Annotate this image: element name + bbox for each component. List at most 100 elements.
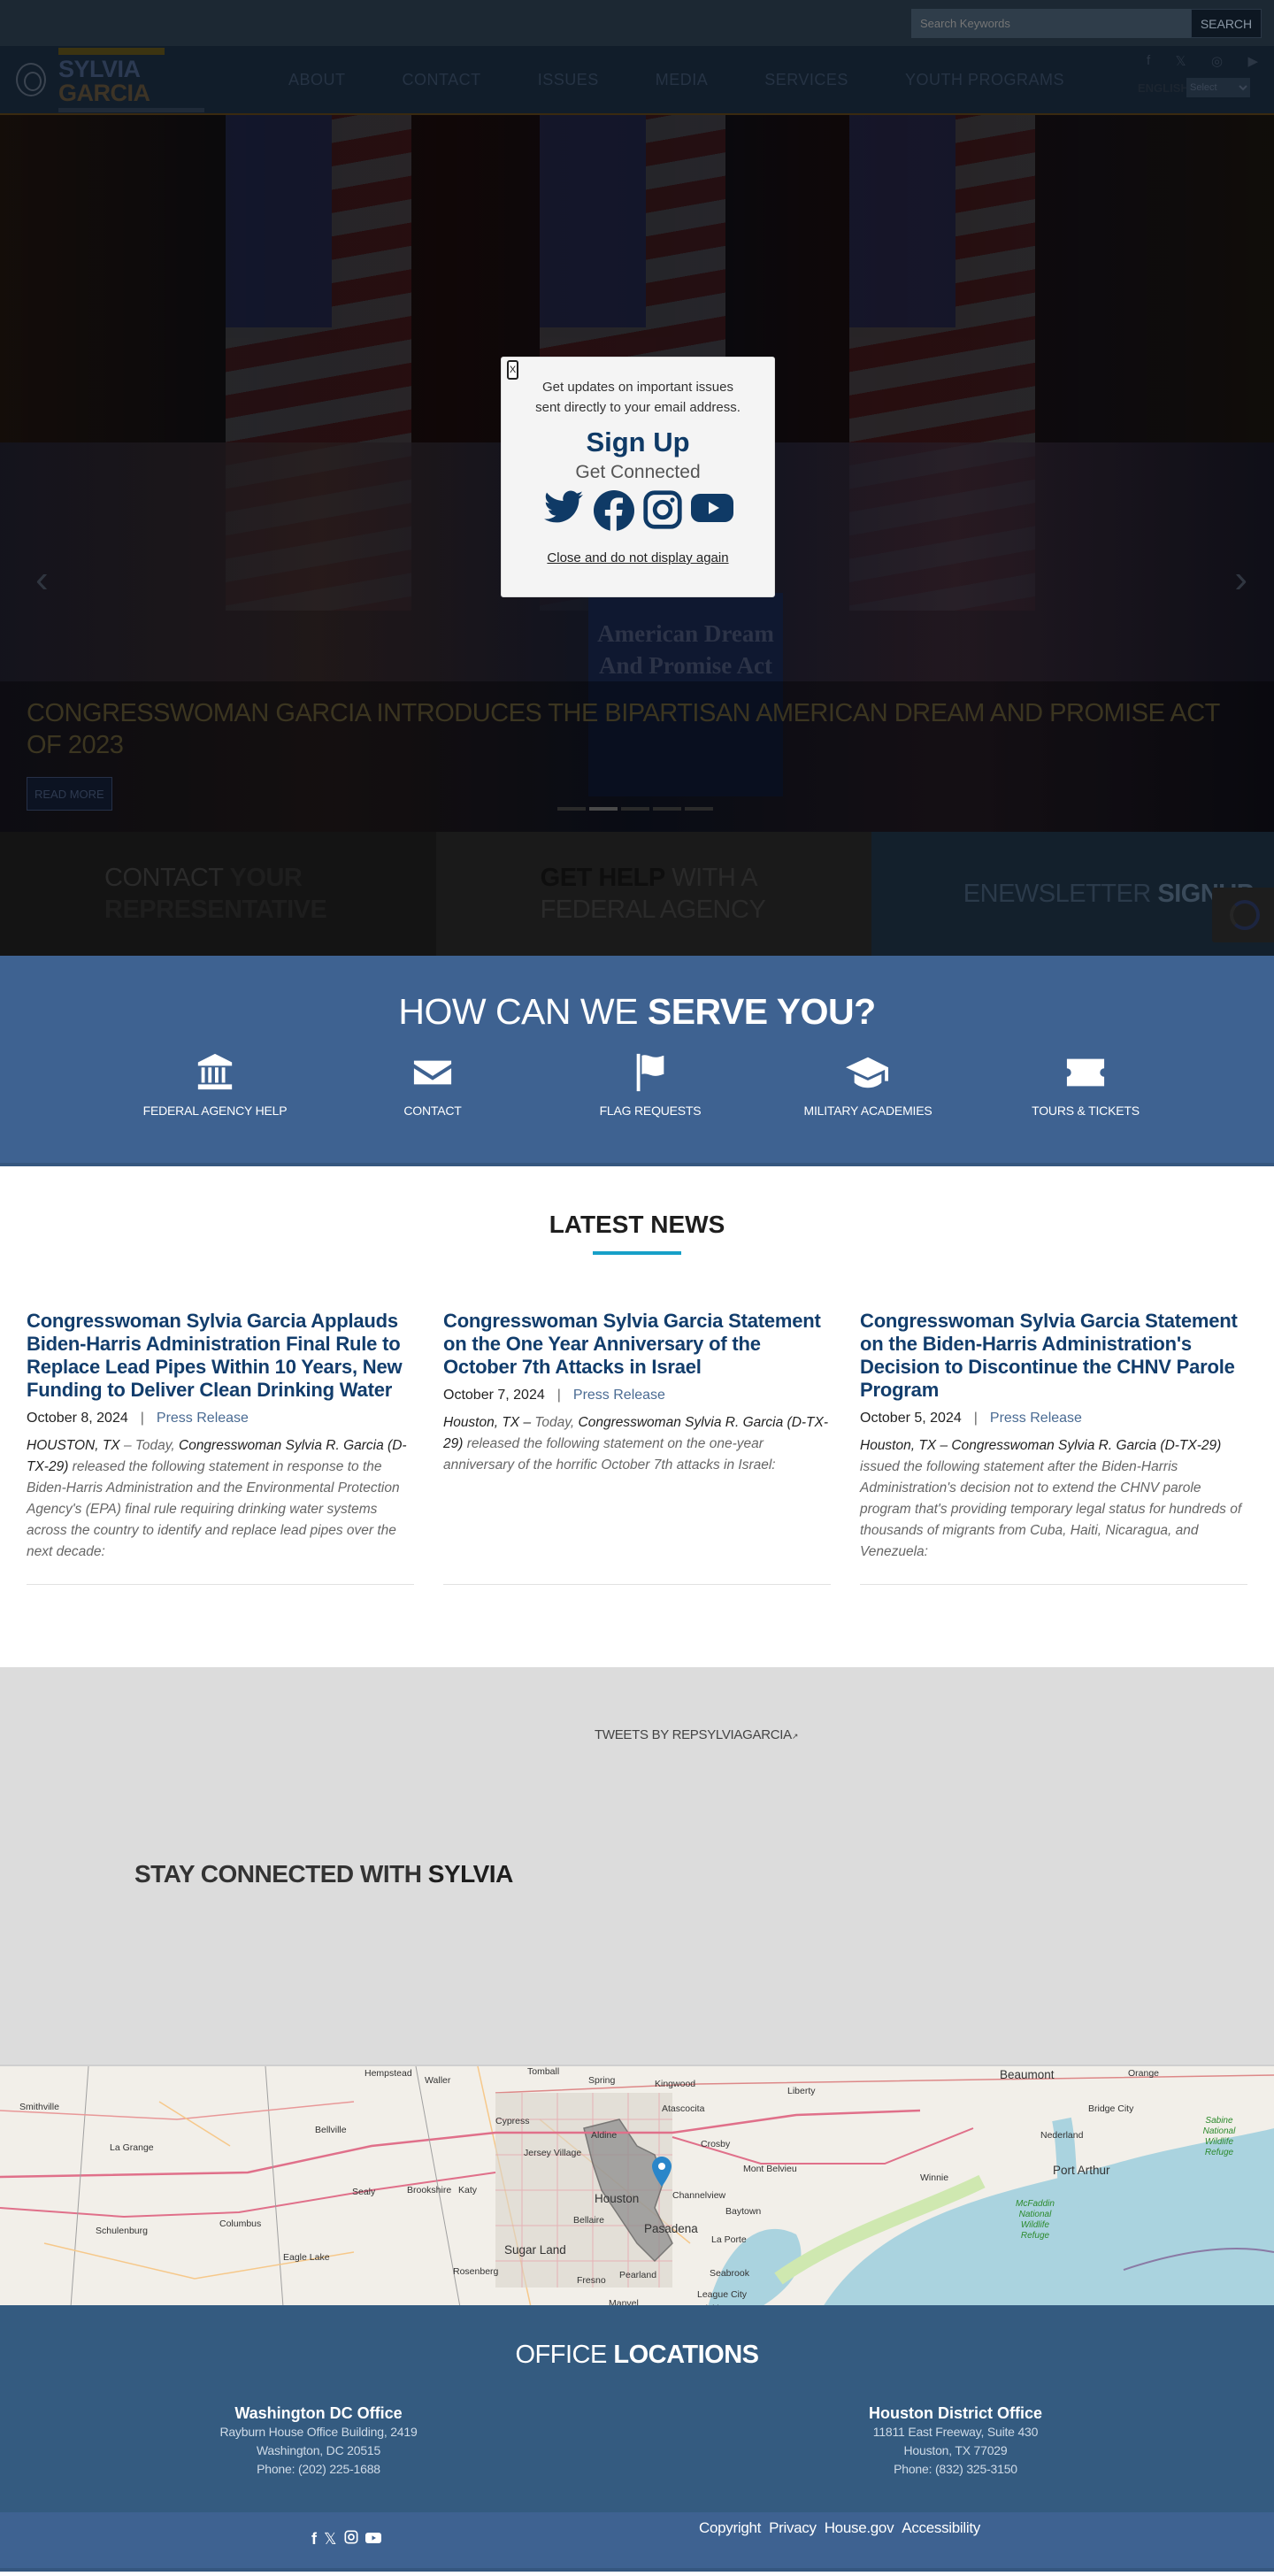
- office-locations-section: OFFICE LOCATIONS Washington DC Office Ra…: [0, 2305, 1274, 2512]
- instagram-icon[interactable]: [643, 490, 682, 531]
- carousel-dot[interactable]: [685, 807, 713, 811]
- map-place-label: Rosenberg: [453, 2266, 499, 2277]
- envelope-icon: [413, 1060, 452, 1085]
- federal-agency-help-panel[interactable]: GET HELP WITH A FEDERAL AGENCY: [435, 832, 872, 956]
- news-title-link[interactable]: Congresswoman Sylvia Garcia Statement on…: [443, 1310, 831, 1379]
- dc-phone[interactable]: Phone: (202) 225-1688: [177, 2460, 460, 2479]
- contact-representative-panel[interactable]: CONTACT YOUR REPRESENTATIVE: [0, 832, 436, 956]
- facebook-icon[interactable]: [594, 490, 634, 531]
- nav-utilities: f 𝕏 ◎ ▶ ENGLISH Select: [1129, 53, 1262, 97]
- youtube-icon[interactable]: ▶: [1247, 53, 1258, 69]
- logo-subtitle-bar: [58, 47, 165, 55]
- map-place-label: Seabrook: [710, 2268, 749, 2279]
- graduation-cap-icon: [846, 1057, 888, 1088]
- map-place-label: Columbus: [219, 2218, 262, 2229]
- carousel-next-button[interactable]: ›: [1234, 557, 1247, 602]
- modal-message: Get updates on important issues sent dir…: [535, 380, 741, 415]
- carousel-dot[interactable]: [653, 807, 681, 811]
- map-place-label: Bellaire: [573, 2215, 605, 2226]
- logo-district-bar: [58, 107, 204, 112]
- map-place-label: Jersey Village: [524, 2148, 582, 2158]
- news-category-link[interactable]: Press Release: [157, 1411, 249, 1426]
- carousel-dot[interactable]: [589, 807, 618, 811]
- service-federal-agency-help[interactable]: FEDERAL AGENCY HELP: [140, 1052, 290, 1118]
- ticket-icon: [1066, 1058, 1105, 1087]
- carousel-indicators: [557, 807, 717, 811]
- map-place-label: Smithville: [19, 2102, 59, 2112]
- map-place-label: Fresno: [577, 2275, 606, 2286]
- map-place-label: League City: [697, 2289, 748, 2300]
- twitter-icon[interactable]: [542, 490, 585, 531]
- search-form: SEARCH: [911, 9, 1262, 38]
- nav-youth-programs[interactable]: YOUTH PROGRAMS: [905, 71, 1064, 89]
- map-place-label: Crosby: [701, 2139, 731, 2149]
- nav-links: ABOUT CONTACT ISSUES MEDIA SERVICES YOUT…: [288, 71, 1121, 89]
- modal-signup-link[interactable]: Sign Up: [502, 427, 774, 458]
- service-contact[interactable]: CONTACT: [357, 1052, 508, 1118]
- nav-issues[interactable]: ISSUES: [538, 71, 599, 89]
- latest-news-heading: LATEST NEWS: [549, 1211, 725, 1238]
- nav-contact[interactable]: CONTACT: [403, 71, 481, 89]
- map-place-label: Spring: [588, 2075, 616, 2086]
- map-place-label: Eagle Lake: [283, 2252, 330, 2263]
- x-icon[interactable]: 𝕏: [1176, 53, 1186, 69]
- recaptcha-badge[interactable]: [1212, 888, 1274, 942]
- site-footer: f 𝕏 Copyright Privacy House.gov Accessib…: [0, 2512, 1274, 2572]
- news-excerpt: Houston, TX – Today, Congresswoman Sylvi…: [443, 1415, 829, 1473]
- carousel-dot[interactable]: [557, 807, 586, 811]
- nav-services[interactable]: SERVICES: [764, 71, 848, 89]
- heading-underline: [593, 1251, 681, 1255]
- youtube-icon[interactable]: [365, 2530, 381, 2549]
- nav-about[interactable]: ABOUT: [288, 71, 346, 89]
- nav-media[interactable]: MEDIA: [656, 71, 709, 89]
- facebook-icon[interactable]: f: [1147, 53, 1150, 69]
- map-place-label: Schulenburg: [96, 2226, 148, 2236]
- map-place-label: Bellville: [315, 2125, 347, 2135]
- building-columns-icon: [197, 1053, 233, 1090]
- hero-title[interactable]: CONGRESSWOMAN GARCIA INTRODUCES THE BIPA…: [27, 697, 1247, 761]
- service-military-academies[interactable]: MILITARY ACADEMIES: [793, 1052, 943, 1118]
- map-place-label: Sugar Land: [504, 2243, 566, 2257]
- map-place-label: Mont Belvieu: [743, 2164, 797, 2174]
- read-more-button[interactable]: READ MORE: [27, 777, 112, 811]
- serve-section: HOW CAN WE SERVE YOU? FEDERAL AGENCY HEL…: [0, 956, 1274, 1166]
- modal-close-button[interactable]: X: [507, 360, 518, 380]
- district-map[interactable]: Hempstead Waller Tomball Spring Kingwood Atas…: [0, 2065, 1274, 2305]
- news-date: October 5, 2024: [860, 1411, 962, 1426]
- modal-social-icons: [502, 490, 774, 531]
- search-input[interactable]: [911, 9, 1191, 38]
- news-category-link[interactable]: Press Release: [573, 1388, 665, 1403]
- map-place-label: Nederland: [1040, 2130, 1084, 2141]
- site-logo[interactable]: SYLVIA GARCIA: [16, 47, 237, 112]
- language-select[interactable]: Select: [1186, 78, 1250, 97]
- news-category-link[interactable]: Press Release: [990, 1411, 1082, 1426]
- facebook-icon[interactable]: f: [311, 2530, 317, 2549]
- external-link-icon: ↗: [791, 1732, 799, 1741]
- news-item: Congresswoman Sylvia Garcia Applauds Bid…: [27, 1310, 414, 1585]
- youtube-icon[interactable]: [691, 490, 733, 531]
- instagram-icon[interactable]: [344, 2530, 358, 2549]
- search-button[interactable]: SEARCH: [1191, 9, 1262, 38]
- newsletter-signup-modal: X Get updates on important issues sent d…: [501, 357, 775, 597]
- map-place-label: La Porte: [711, 2234, 747, 2245]
- service-flag-requests[interactable]: FLAG REQUESTS: [575, 1052, 725, 1118]
- carousel-prev-button[interactable]: ‹: [35, 557, 49, 602]
- footer-link-privacy[interactable]: Privacy: [769, 2519, 817, 2537]
- map-pin-icon[interactable]: [652, 2157, 672, 2191]
- footer-link-copyright[interactable]: Copyright: [699, 2519, 761, 2537]
- service-tours-tickets[interactable]: TOURS & TICKETS: [1010, 1052, 1161, 1118]
- news-title-link[interactable]: Congresswoman Sylvia Garcia Statement on…: [860, 1310, 1247, 1402]
- footer-link-accessibility[interactable]: Accessibility: [902, 2519, 980, 2537]
- footer-link-house-gov[interactable]: House.gov: [825, 2519, 894, 2537]
- houston-phone[interactable]: Phone: (832) 325-3150: [814, 2460, 1097, 2479]
- cta-panels: CONTACT YOUR REPRESENTATIVE GET HELP WIT…: [0, 832, 1274, 956]
- dc-office: Washington DC Office Rayburn House Offic…: [177, 2404, 460, 2479]
- instagram-icon[interactable]: ◎: [1211, 53, 1223, 69]
- x-icon[interactable]: 𝕏: [324, 2530, 337, 2549]
- news-title-link[interactable]: Congresswoman Sylvia Garcia Applauds Bid…: [27, 1310, 414, 1402]
- carousel-dot[interactable]: [621, 807, 649, 811]
- map-place-label: Baytown: [725, 2206, 762, 2217]
- modal-dismiss-link[interactable]: Close and do not display again: [547, 550, 728, 565]
- map-place-label: Pasadena: [644, 2222, 698, 2235]
- twitter-timeline-link[interactable]: TWEETS BY REPSYLVIAGARCIA↗: [595, 1727, 798, 1742]
